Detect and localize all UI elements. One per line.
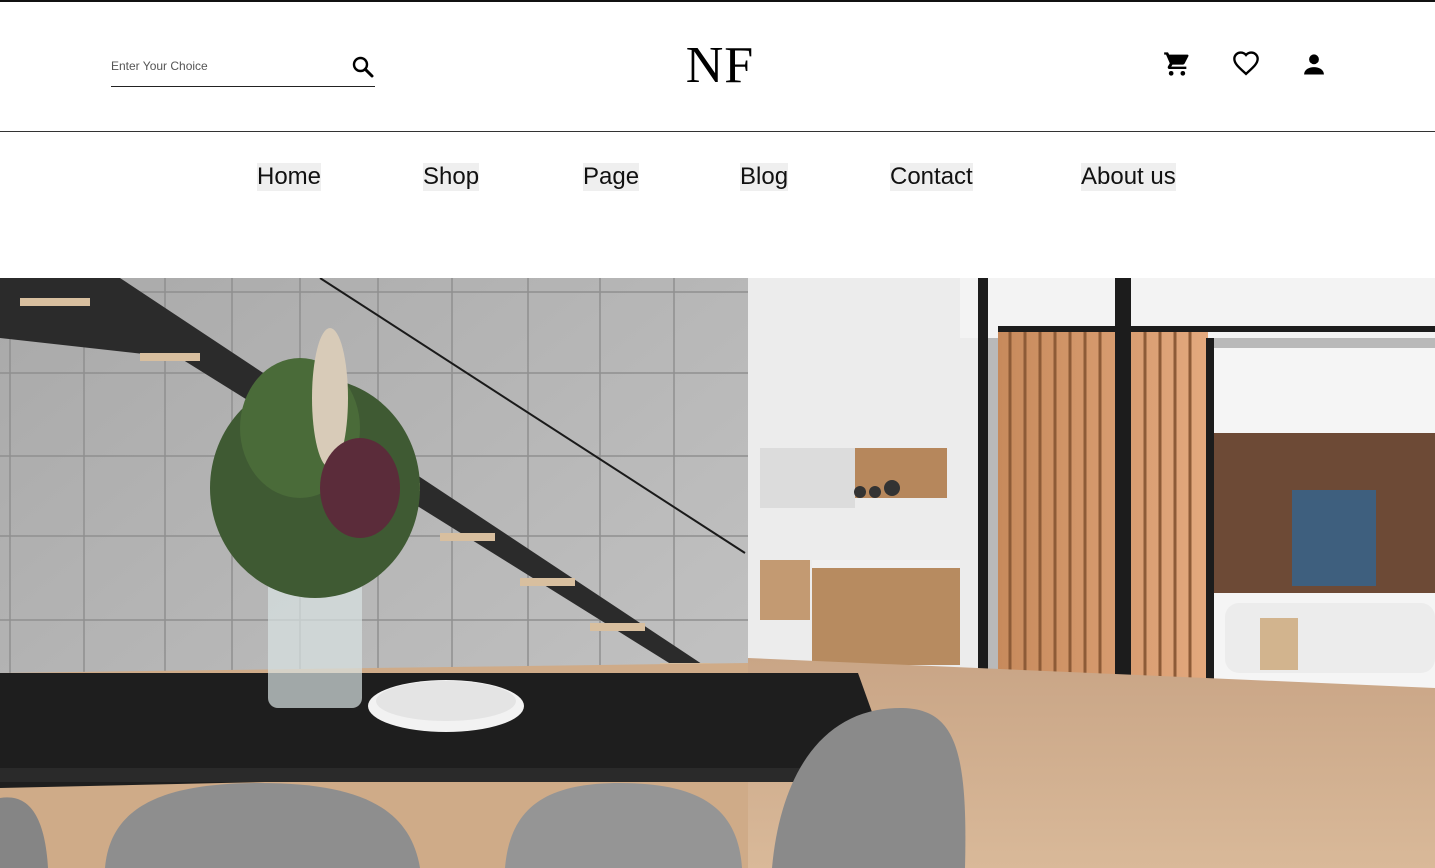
nav-about-us[interactable]: About us — [1081, 163, 1176, 191]
heart-icon[interactable] — [1232, 50, 1260, 78]
search-bar — [111, 46, 375, 87]
cart-icon[interactable] — [1163, 50, 1191, 78]
site-logo[interactable]: NF — [640, 38, 800, 94]
nav-page[interactable]: Page — [583, 163, 640, 191]
nav-shop[interactable]: Shop — [423, 163, 480, 191]
search-input[interactable] — [111, 56, 341, 76]
user-icon[interactable] — [1300, 50, 1328, 78]
search-icon[interactable] — [351, 55, 375, 79]
site-header: NF — [0, 2, 1435, 131]
nav-home[interactable]: Home — [257, 163, 322, 191]
main-nav: Home Shop Page Blog Contact About us — [0, 132, 1435, 278]
nav-contact[interactable]: Contact — [890, 163, 973, 191]
nav-blog[interactable]: Blog — [740, 163, 789, 191]
hero-image — [0, 278, 1435, 868]
